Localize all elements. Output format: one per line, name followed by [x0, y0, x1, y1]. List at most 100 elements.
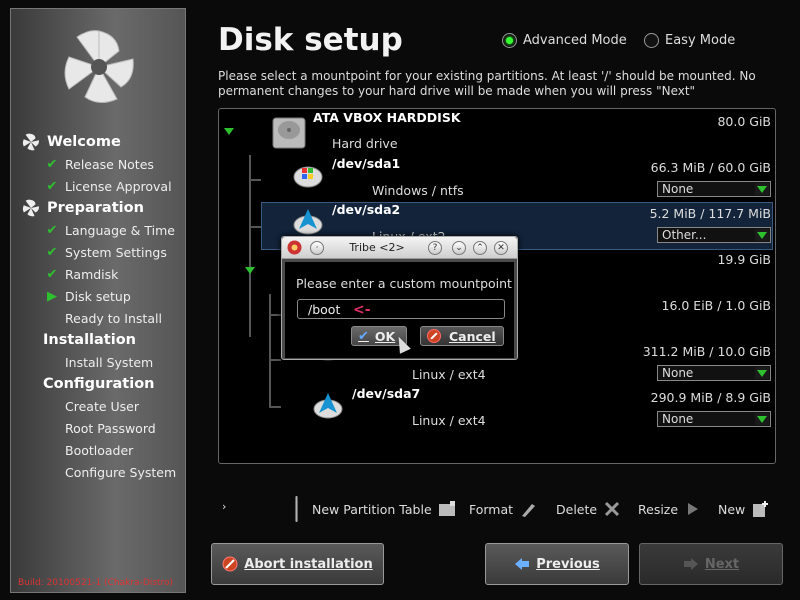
step-label: Ramdisk	[65, 266, 119, 282]
current-step-arrow-icon: ▶	[47, 288, 57, 304]
abort-icon	[222, 556, 238, 572]
description-text: Please select a mountpoint for your exis…	[218, 69, 756, 98]
toolbar-separator[interactable]	[295, 496, 298, 522]
chakra-logo-icon	[64, 30, 134, 103]
partition-device: /dev/sda2	[332, 202, 401, 217]
resize-button[interactable]: Resize	[638, 500, 702, 518]
expand-triangle-icon[interactable]	[245, 267, 255, 274]
build-label: Build: 20100521-1 (Chakra-Distro)	[18, 578, 173, 588]
tree-line	[269, 294, 271, 408]
step-label: Release Notes	[65, 156, 154, 172]
advanced-mode-label: Advanced Mode	[523, 33, 627, 48]
previous-label: Previous	[536, 556, 600, 572]
step-label: Language & Time	[65, 222, 175, 238]
mountpoint-input[interactable]	[297, 299, 505, 319]
toolbar-expander[interactable]: ›	[222, 500, 226, 513]
tree-line	[249, 179, 261, 181]
mountpoint-select[interactable]: None	[657, 411, 771, 427]
section-welcome: Welcome	[11, 131, 187, 153]
partition-size: 290.9 MiB / 8.9 GiB	[650, 390, 771, 405]
step-label: Install System	[65, 354, 154, 370]
mountpoint-select[interactable]: None	[657, 365, 771, 381]
tool-label: New	[718, 501, 746, 517]
arrow-left-icon	[515, 558, 530, 570]
harddisk-icon	[272, 117, 306, 149]
annotation-arrow: <-	[353, 302, 371, 318]
step-root-password: Root Password	[11, 417, 187, 439]
chakra-small-icon	[22, 133, 40, 151]
step-release-notes: ✔ Release Notes	[11, 153, 187, 175]
mountpoint-value: None	[662, 366, 694, 380]
disk-size: 80.0 GiB	[717, 114, 771, 129]
step-label: License Approval	[65, 178, 172, 194]
step-install-system: Install System	[11, 351, 187, 373]
step-language-time: ✔ Language & Time	[11, 219, 187, 241]
easy-mode-radio[interactable]: Easy Mode	[644, 33, 735, 48]
minimize-button[interactable]: ⌄	[452, 241, 466, 255]
radio-selected-icon[interactable]	[502, 33, 517, 48]
step-label: Create User	[65, 398, 139, 414]
brush-icon	[522, 504, 536, 517]
delete-x-icon	[605, 501, 620, 517]
abort-label: Abort installation	[244, 556, 373, 572]
advanced-mode-radio[interactable]: Advanced Mode	[502, 33, 627, 48]
format-button[interactable]: Format	[469, 500, 537, 518]
delete-button[interactable]: Delete	[556, 500, 621, 518]
next-button[interactable]: Next	[639, 543, 783, 585]
check-icon: ✔	[46, 266, 58, 282]
expand-triangle-icon[interactable]	[224, 128, 234, 135]
partition-size: 66.3 MiB / 60.0 GiB	[650, 160, 771, 175]
mountpoint-value: None	[662, 412, 694, 426]
linux-icon	[313, 393, 343, 419]
chevron-down-icon[interactable]	[755, 229, 769, 241]
arrow-right-icon	[683, 558, 698, 570]
chakra-small-icon	[22, 199, 40, 217]
radio-unselected-icon[interactable]	[644, 33, 659, 48]
step-license-approval: ✔ License Approval	[11, 175, 187, 197]
disk-type: Hard drive	[332, 136, 398, 151]
partition-fs: Windows / ntfs	[372, 183, 464, 198]
partition-fs: Linux / ext4	[412, 367, 486, 382]
mountpoint-value: None	[662, 182, 694, 196]
new-partition-table-button[interactable]: New Partition Table	[312, 500, 456, 518]
step-system-settings: ✔ System Settings	[11, 241, 187, 263]
dialog-titlebar[interactable]: · Tribe <2> ? ⌄ ⌃ ✕	[282, 237, 517, 259]
tool-label: Delete	[556, 501, 598, 517]
step-create-user: Create User	[11, 395, 187, 417]
tool-label: Format	[469, 501, 514, 517]
abort-installation-button[interactable]: Abort installation	[211, 543, 384, 585]
tool-label: New Partition Table	[312, 501, 432, 517]
step-disk-setup: ▶ Disk setup	[11, 285, 187, 307]
check-icon: ✔	[46, 244, 58, 260]
partition-fs: Linux / ext4	[412, 413, 486, 428]
section-label: Installation	[43, 332, 136, 348]
chevron-down-icon[interactable]	[755, 413, 769, 425]
tree-line	[269, 406, 281, 408]
check-icon: ✔	[46, 222, 58, 238]
partition-size: 19.9 GiB	[717, 252, 771, 267]
previous-button[interactable]: Previous	[485, 543, 629, 585]
tree-line	[269, 314, 281, 316]
new-plus-icon	[753, 501, 769, 517]
step-label: Bootloader	[65, 442, 134, 458]
check-icon: ✔	[46, 178, 58, 194]
section-label: Configuration	[43, 376, 155, 392]
step-label: Root Password	[65, 420, 156, 436]
cancel-icon	[427, 329, 441, 343]
cancel-label: Cancel	[449, 328, 496, 344]
section-label: Welcome	[47, 134, 121, 150]
partition-table-icon	[438, 501, 455, 516]
cancel-button[interactable]: Cancel	[420, 326, 504, 346]
easy-mode-label: Easy Mode	[665, 33, 736, 48]
close-button[interactable]: ✕	[494, 241, 508, 255]
chevron-down-icon[interactable]	[755, 183, 769, 195]
chevron-down-icon[interactable]	[755, 367, 769, 379]
arrow-right-icon	[688, 503, 699, 515]
partition-size: 16.0 EiB / 1.0 GiB	[661, 298, 772, 313]
maximize-button[interactable]: ⌃	[473, 241, 487, 255]
step-label: Configure System	[65, 464, 177, 480]
mountpoint-select[interactable]: Other...	[657, 227, 771, 243]
new-button[interactable]: New	[718, 500, 769, 518]
help-button[interactable]: ?	[428, 241, 442, 255]
mountpoint-select[interactable]: None	[657, 181, 771, 197]
